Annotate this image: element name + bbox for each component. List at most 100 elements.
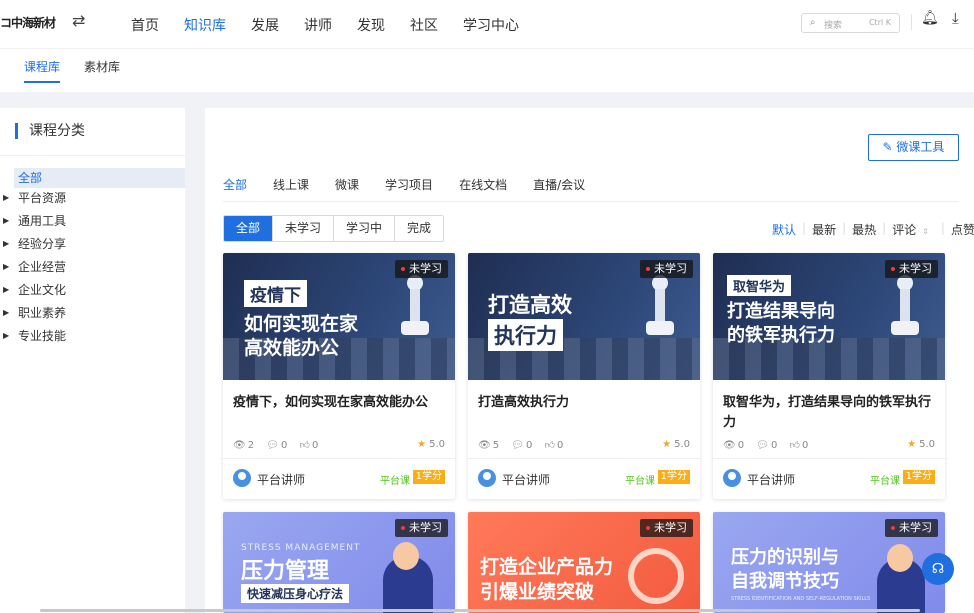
- sort-default[interactable]: 默认: [772, 221, 796, 238]
- micro-course-tool-button[interactable]: ✎ 微课工具: [868, 134, 959, 161]
- tab-live[interactable]: 直播/会议: [533, 176, 585, 193]
- caret-right-icon: ▶: [3, 193, 10, 202]
- sort-icon: ⇕: [922, 227, 929, 236]
- course-title[interactable]: 打造高效执行力: [478, 393, 690, 413]
- category-item[interactable]: ▶ 企业经营: [0, 257, 185, 280]
- nav-item-knowledge[interactable]: 知识库: [184, 15, 226, 35]
- sort-likes-label: 点赞: [950, 223, 974, 237]
- chess-piece-graphic: [646, 275, 674, 347]
- tab-course-library[interactable]: 课程库: [24, 58, 61, 83]
- category-label: 专业技能: [18, 329, 67, 343]
- chess-piece-graphic: [401, 275, 429, 347]
- course-card[interactable]: 打造高效 执行力 未学习 打造高效执行力 👁︎ 5 💬︎ 0 👍︎ 0 ★ 5.0 平台…: [468, 253, 700, 499]
- course-card[interactable]: 疫情下 如何实现在家 高效能办公 未学习 疫情下，如何实现在家高效能办公 👁︎ 2…: [223, 253, 455, 499]
- download-icon[interactable]: ⤓: [952, 9, 959, 27]
- tabs-divider: [223, 201, 959, 202]
- search-input[interactable]: ⌕ 搜索 Ctrl K: [801, 13, 900, 33]
- nav-item-community[interactable]: 社区: [410, 15, 438, 35]
- divider: [223, 458, 455, 459]
- tab-document[interactable]: 在线文档: [459, 176, 507, 193]
- course-card[interactable]: 取智华为 打造结果导向 的铁军执行力 未学习 取智华为，打造结果导向的铁军执行力…: [713, 253, 945, 499]
- comment-count: 0: [525, 440, 533, 451]
- card-footer: 平台讲师 平台课 1学分: [478, 469, 690, 489]
- nav-item-home[interactable]: 首页: [131, 15, 159, 35]
- course-card[interactable]: 压力的识别与 自我调节技巧 STRESS IDENTIFICATION AND …: [713, 512, 945, 613]
- magnifier-graphic: [628, 548, 684, 604]
- eye-icon: 👁︎: [233, 440, 246, 451]
- logo[interactable]: コ中海新材: [0, 14, 56, 31]
- cover-text: STRESS IDENTIFICATION AND SELF-REGULATIO…: [731, 596, 871, 602]
- course-card[interactable]: STRESS MANAGEMENT 压力管理 快速减压身心疗法 未学习: [223, 512, 455, 613]
- category-list: 全部 ▶ 平台资源 ▶ 通用工具 ▶ 经验分享 ▶ 企业经营 ▶ 企业文化 ▶ 职业素养 ▶…: [0, 168, 185, 349]
- sort-sep: |: [882, 221, 887, 235]
- filter-all[interactable]: 全部: [224, 216, 273, 241]
- category-item[interactable]: ▶ 专业技能: [0, 326, 185, 349]
- filter-done[interactable]: 完成: [394, 216, 444, 241]
- bell-icon[interactable]: 🔔︎: [921, 10, 939, 26]
- switch-icon[interactable]: ⇄: [72, 11, 85, 30]
- caret-right-icon: ▶: [3, 308, 10, 317]
- comment-count: 0: [770, 440, 778, 451]
- main-nav: 首页 知识库 发展 讲师 发现 社区 学习中心: [131, 15, 544, 35]
- sort-newest[interactable]: 最新: [812, 221, 836, 238]
- tab-material-library[interactable]: 素材库: [84, 58, 120, 75]
- cover-text: 快速减压身心疗法: [241, 584, 350, 603]
- course-cover: 打造高效 执行力 未学习: [468, 253, 700, 380]
- status-filter: 全部 未学习 学习中 完成: [223, 215, 445, 242]
- tab-project[interactable]: 学习项目: [385, 176, 433, 193]
- horizontal-scrollbar[interactable]: [40, 609, 920, 612]
- rating-value: 5.0: [674, 439, 690, 450]
- course-type: 平台课: [625, 476, 655, 487]
- course-cover: STRESS MANAGEMENT 压力管理 快速减压身心疗法 未学习: [223, 512, 455, 613]
- logo-text: 中海新材: [11, 16, 56, 30]
- course-title[interactable]: 取智华为，打造结果导向的铁军执行力: [723, 393, 935, 433]
- course-title[interactable]: 疫情下，如何实现在家高效能办公: [233, 393, 445, 413]
- category-item[interactable]: ▶ 通用工具: [0, 211, 185, 234]
- tab-micro[interactable]: 微课: [335, 176, 359, 193]
- course-rating: ★ 5.0: [662, 439, 690, 450]
- filter-in-progress[interactable]: 学习中: [333, 216, 395, 241]
- category-item[interactable]: ▶ 职业素养: [0, 303, 185, 326]
- cover-text: STRESS MANAGEMENT: [241, 543, 361, 553]
- teacher-name: 平台讲师: [257, 473, 306, 487]
- sort-sep: |: [940, 221, 945, 235]
- caret-right-icon: ▶: [3, 285, 10, 294]
- course-stats: 👁︎ 0 💬︎ 0 👍︎ 0: [723, 439, 817, 451]
- eye-icon: 👁︎: [723, 440, 736, 451]
- like-icon: 👍︎: [789, 440, 800, 451]
- cover-text: 压力的识别与: [731, 547, 839, 568]
- category-item[interactable]: ▶ 企业文化: [0, 280, 185, 303]
- avatar: [478, 469, 496, 487]
- sort-comments[interactable]: 评论 ⇕: [892, 221, 935, 238]
- cover-text: 打造结果导向: [727, 301, 835, 322]
- cover-text: 压力管理: [241, 559, 330, 584]
- course-card[interactable]: 打造企业产品力 引爆业绩突破 未学习: [468, 512, 700, 613]
- library-tabs: 课程库 素材库: [0, 48, 974, 92]
- course-type: 平台课: [380, 476, 410, 487]
- tab-online[interactable]: 线上课: [273, 176, 309, 193]
- category-item[interactable]: ▶ 平台资源: [0, 188, 185, 211]
- search-icon: ⌕: [810, 17, 816, 28]
- divider: [0, 155, 185, 156]
- nav-item-development[interactable]: 发展: [251, 15, 279, 35]
- tab-all[interactable]: 全部: [223, 176, 247, 193]
- course-panel: ✎ 微课工具 全部 线上课 微课 学习项目 在线文档 直播/会议 全部 未学习 …: [205, 108, 974, 613]
- sort-options: 默认 | 最新 | 最热 | 评论 ⇕ | 点赞⇕: [772, 221, 974, 238]
- star-icon: ★: [417, 439, 427, 450]
- caret-right-icon: ▶: [3, 262, 10, 271]
- avatar: [233, 469, 251, 487]
- filter-not-started[interactable]: 未学习: [272, 216, 334, 241]
- status-badge: 未学习: [640, 519, 693, 537]
- nav-item-discover[interactable]: 发现: [357, 15, 385, 35]
- caret-right-icon: ▶: [3, 239, 10, 248]
- sort-hottest[interactable]: 最热: [852, 221, 876, 238]
- headset-icon[interactable]: ☊: [922, 553, 954, 585]
- category-all[interactable]: 全部: [14, 168, 185, 188]
- nav-item-learning-center[interactable]: 学习中心: [463, 15, 519, 35]
- sort-sep: |: [802, 221, 807, 235]
- nav-item-lecturer[interactable]: 讲师: [304, 15, 332, 35]
- caret-right-icon: ▶: [3, 331, 10, 340]
- category-item[interactable]: ▶ 经验分享: [0, 234, 185, 257]
- status-badge: 未学习: [885, 260, 938, 278]
- sort-likes[interactable]: 点赞⇕: [951, 221, 974, 238]
